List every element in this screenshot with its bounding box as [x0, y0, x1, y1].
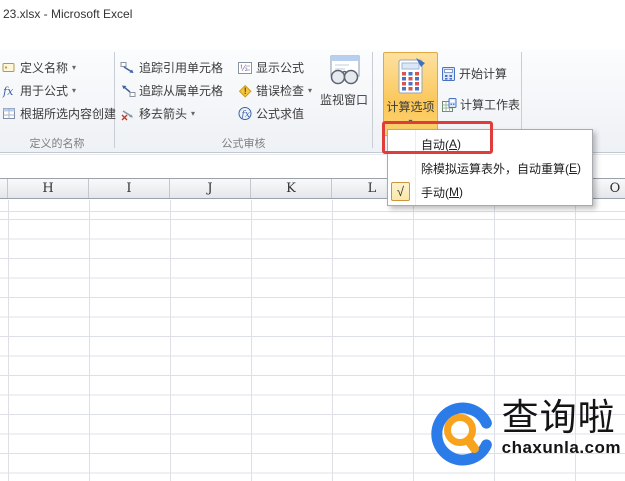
- menu-item-accelerator: M: [449, 185, 459, 199]
- column-header-stub[interactable]: [0, 179, 8, 198]
- column-header[interactable]: I: [89, 179, 170, 198]
- svg-text:fx: fx: [2, 85, 14, 98]
- show-formulas-button[interactable]: ½ 显示公式: [237, 58, 304, 77]
- create-from-selection-label: 根据所选内容创建: [20, 107, 117, 121]
- column-header[interactable]: J: [170, 179, 251, 198]
- remove-arrows-label: 移去箭头: [139, 107, 188, 121]
- calculate-sheet-button[interactable]: 计算工作表: [441, 95, 520, 114]
- create-from-selection-button[interactable]: 根据所选内容创建: [2, 104, 116, 123]
- calculate-now-label: 开始计算: [459, 67, 508, 81]
- define-name-button[interactable]: 定义名称 ▾: [2, 58, 76, 77]
- trace-dependents-icon: [120, 84, 136, 98]
- trace-precedents-button[interactable]: 追踪引用单元格: [120, 58, 223, 77]
- watermark-brand-text: 查询啦: [501, 396, 616, 439]
- trace-precedents-icon: [120, 61, 136, 75]
- chevron-down-icon: ▾: [308, 86, 313, 95]
- chevron-down-icon: ▾: [191, 109, 196, 118]
- calculate-now-icon: [441, 66, 456, 82]
- fx-icon: fx: [2, 83, 17, 98]
- show-formulas-label: 显示公式: [256, 61, 305, 75]
- menu-item-label: 手动(: [421, 185, 449, 200]
- chevron-down-icon: ▾: [72, 86, 77, 95]
- selection-grid-icon: [2, 106, 17, 121]
- group-separator: [114, 52, 115, 148]
- menu-item-label: ): [577, 161, 582, 175]
- highlight-box: [382, 121, 493, 154]
- watch-window-label: 监视窗口: [319, 93, 368, 107]
- menu-item-auto-except-tables[interactable]: 除模拟运算表外，自动重算(E): [388, 156, 592, 180]
- checkmark-icon: √: [391, 182, 410, 201]
- menu-item-manual[interactable]: √ 手动(M): [388, 180, 592, 204]
- remove-arrows-button[interactable]: 移去箭头 ▾: [120, 104, 195, 123]
- menu-item-label: 除模拟运算表外，自动重算(: [421, 161, 569, 176]
- column-header[interactable]: K: [251, 179, 332, 198]
- evaluate-formula-label: 公式求值: [256, 107, 305, 121]
- error-checking-button[interactable]: ! 错误检查 ▾: [237, 81, 312, 100]
- excel-window: 23.xlsx - Microsoft Excel 定义名称 ▾ fx 用于公式…: [0, 0, 625, 481]
- use-in-formula-label: 用于公式: [20, 84, 69, 98]
- menu-item-accelerator: E: [569, 161, 578, 175]
- chaxunla-logo-icon: [426, 397, 500, 471]
- error-checking-icon: !: [237, 83, 253, 98]
- watermark: 查询啦 chaxunla.com: [426, 396, 621, 471]
- use-in-formula-button[interactable]: fx 用于公式 ▾: [2, 81, 76, 100]
- error-checking-label: 错误检查: [256, 84, 305, 98]
- name-tag-icon: [2, 60, 17, 75]
- svg-text:fx: fx: [241, 110, 250, 120]
- group-separator: [372, 52, 373, 148]
- defined-names-group-label: 定义的名称: [29, 138, 85, 150]
- evaluate-formula-button[interactable]: fx 公式求值: [237, 104, 304, 123]
- define-name-label: 定义名称: [20, 61, 69, 75]
- trace-dependents-button[interactable]: 追踪从属单元格: [120, 81, 223, 100]
- formula-auditing-group-label: 公式审核: [221, 138, 266, 150]
- calculator-icon: [395, 57, 427, 95]
- menu-item-label: ): [459, 185, 463, 199]
- watch-window-button[interactable]: 监视窗口: [318, 54, 370, 108]
- calculation-options-label: 计算选项: [386, 100, 435, 114]
- calculate-sheet-label: 计算工作表: [460, 98, 521, 112]
- svg-text:½: ½: [240, 64, 248, 73]
- watch-window-icon: [325, 54, 363, 88]
- title-bar: 23.xlsx - Microsoft Excel: [0, 0, 625, 28]
- watermark-domain-text: chaxunla.com: [501, 437, 621, 457]
- calculate-now-button[interactable]: 开始计算: [441, 64, 507, 83]
- evaluate-formula-icon: fx: [237, 106, 253, 121]
- trace-precedents-label: 追踪引用单元格: [139, 61, 224, 75]
- calculate-sheet-icon: [441, 97, 457, 113]
- remove-arrows-icon: [120, 107, 136, 121]
- svg-text:!: !: [244, 86, 247, 96]
- trace-dependents-label: 追踪从属单元格: [139, 84, 224, 98]
- chevron-down-icon: ▾: [72, 63, 77, 72]
- show-formulas-icon: ½: [237, 61, 253, 75]
- window-title: 23.xlsx - Microsoft Excel: [3, 7, 133, 21]
- column-header[interactable]: H: [8, 179, 89, 198]
